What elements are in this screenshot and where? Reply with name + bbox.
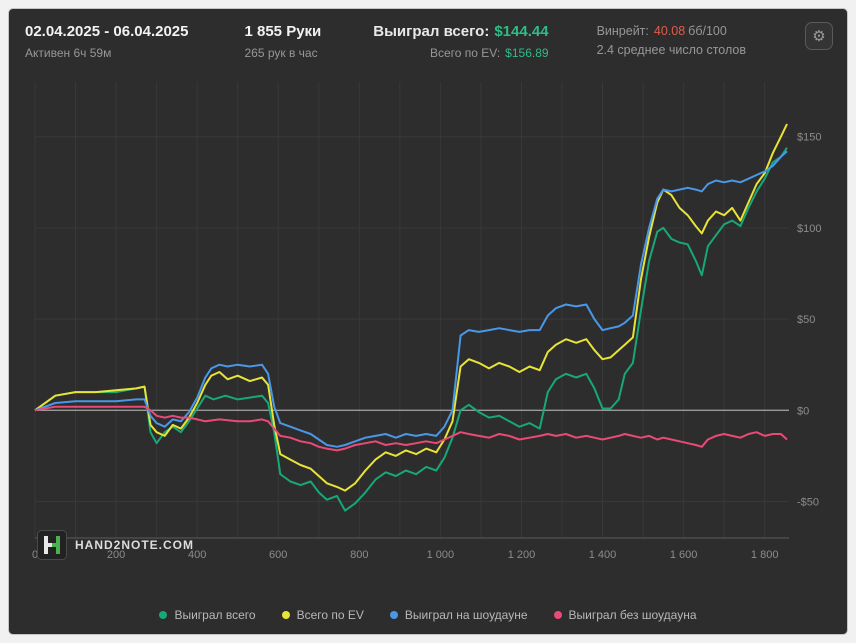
y-axis-label: $0 — [797, 405, 809, 417]
session-header: 02.04.2025 - 06.04.2025 Активен 6ч 59м 1… — [9, 9, 847, 70]
hand2note-logo: HAND2NOTE.COM — [37, 530, 194, 560]
y-axis-label: $100 — [797, 223, 821, 235]
hand2note-session-panel: 02.04.2025 - 06.04.2025 Активен 6ч 59м 1… — [8, 8, 848, 635]
legend-label: Выиграл на шоудауне — [404, 608, 528, 622]
x-axis-label: 800 — [350, 549, 368, 561]
winrate-label: Винрейт: — [596, 24, 649, 38]
chart-area: $150 $100 $50 $0 -$50 0 200 400 600 800 1 000 1 200… — [21, 74, 841, 596]
x-axis-label: 600 — [269, 549, 287, 561]
chart-legend: Выиграл всего Всего по EV Выиграл на шоуда… — [9, 596, 847, 634]
legend-item-0[interactable]: Выиграл всего — [159, 608, 256, 622]
legend-dot-icon — [389, 611, 398, 619]
settings-gear-icon[interactable]: ⚙ — [805, 22, 833, 50]
winnings-group: Выиграл всего: $144.44 Всего по EV: $156.8… — [373, 22, 548, 62]
legend-item-1[interactable]: Всего по EV — [281, 608, 364, 622]
winrate-group: Винрейт: 40.08 бб/100 2.4 среднее число ст… — [597, 22, 746, 60]
hands-count: 1 855 Руки — [244, 23, 322, 40]
legend-label: Выиграл без шоудауна — [568, 608, 697, 622]
ev-total-value: $156.89 — [505, 46, 549, 60]
date-range: 02.04.2025 - 06.04.2025 — [25, 23, 189, 40]
winrate-value: 40.08 — [653, 24, 686, 38]
hands-group: 1 855 Руки 265 рук в час — [244, 22, 321, 62]
legend-label: Всего по EV — [296, 608, 364, 622]
winnings-chart: $150$100$50$0-$500 200 400 600 800 1 000 1 200… — [32, 82, 821, 561]
hands-per-hour: 265 рук в час — [244, 46, 318, 60]
winrate-unit: бб/100 — [688, 24, 727, 38]
won-total-line: Выиграл всего: $144.44 — [373, 22, 548, 42]
legend-dot-icon — [553, 611, 562, 619]
legend-label: Выиграл всего — [174, 608, 256, 622]
date-range-group: 02.04.2025 - 06.04.2025 Активен 6ч 59м — [25, 22, 188, 62]
x-axis-label: 1 400 — [589, 549, 617, 561]
y-axis-label: -$50 — [797, 497, 819, 509]
legend-dot-icon — [281, 611, 290, 619]
ev-total-label: Всего по EV: — [429, 46, 501, 60]
x-axis-label: 1 800 — [751, 549, 779, 561]
legend-dot-icon — [159, 611, 168, 619]
x-axis-label: 1 600 — [670, 549, 698, 561]
won-total-label: Выиграл всего: — [373, 23, 490, 40]
active-time: Активен 6ч 59м — [25, 46, 112, 60]
winrate-line: Винрейт: 40.08 бб/100 — [597, 22, 746, 41]
hand2note-logo-text: HAND2NOTE.COM — [75, 538, 195, 552]
legend-item-2[interactable]: Выиграл на шоудауне — [389, 608, 528, 622]
y-axis-label: $150 — [797, 132, 821, 144]
series-line-0 — [34, 147, 788, 512]
avg-tables: 2.4 среднее число столов — [596, 43, 747, 57]
hand2note-logo-icon — [37, 530, 67, 560]
legend-item-3[interactable]: Выиграл без шоудауна — [553, 608, 697, 622]
y-axis-label: $50 — [797, 314, 815, 326]
x-axis-label: 1 000 — [427, 549, 455, 561]
gear-glyph: ⚙ — [812, 28, 826, 45]
x-axis-label: 1 200 — [508, 549, 536, 561]
won-total-value: $144.44 — [494, 23, 549, 40]
ev-total-line: Всего по EV: $156.89 — [430, 44, 549, 62]
